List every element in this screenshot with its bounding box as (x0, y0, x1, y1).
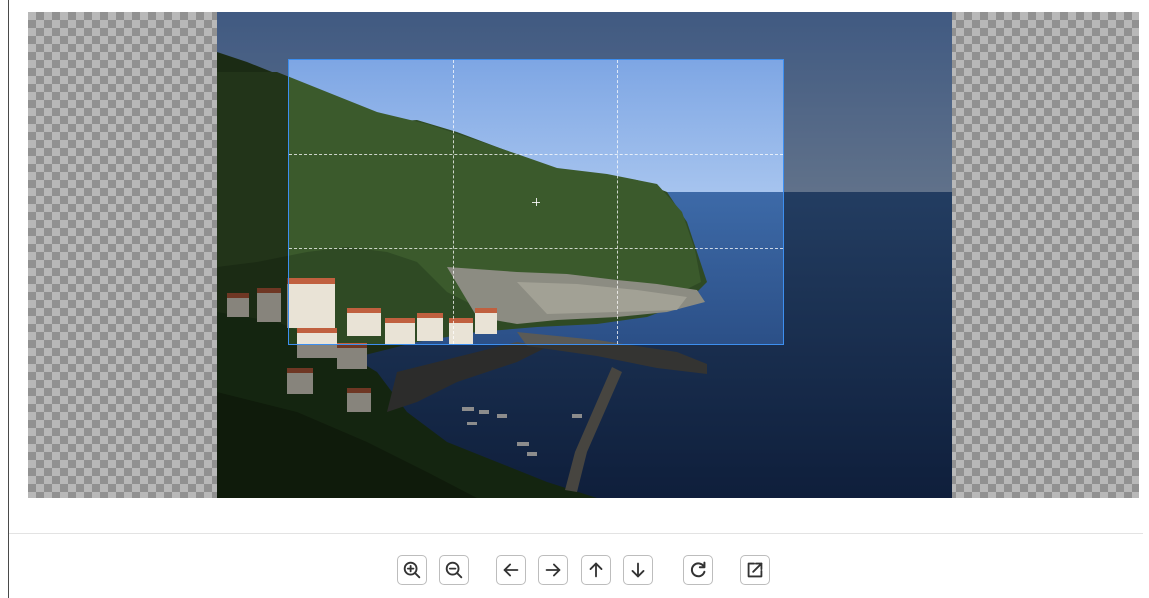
image-cropper-page (0, 0, 1149, 598)
cropper-canvas[interactable] (28, 12, 1139, 498)
cropper-toolbar (0, 555, 1149, 587)
open-external-button[interactable] (740, 555, 770, 585)
zoom-out-button[interactable] (439, 555, 469, 585)
zoom-in-button[interactable] (397, 555, 427, 585)
rotate-button[interactable] (683, 555, 713, 585)
zoom-out-icon (445, 561, 463, 579)
crop-guide-vertical-2 (617, 60, 618, 344)
crop-guide-vertical-1 (453, 60, 454, 344)
zoom-in-icon (403, 561, 421, 579)
move-left-button[interactable] (496, 555, 526, 585)
arrow-left-icon (503, 563, 519, 577)
move-up-button[interactable] (581, 555, 611, 585)
crop-center-crosshair (532, 198, 540, 206)
left-border-line (8, 0, 9, 598)
move-down-button[interactable] (623, 555, 653, 585)
crop-guide-horizontal-1 (289, 154, 783, 155)
external-link-icon (747, 562, 763, 578)
arrow-right-icon (545, 563, 561, 577)
arrow-down-icon (631, 562, 645, 578)
rotate-cw-icon (690, 561, 706, 578)
move-right-button[interactable] (538, 555, 568, 585)
crop-guide-horizontal-2 (289, 248, 783, 249)
arrow-up-icon (589, 562, 603, 578)
toolbar-divider (9, 533, 1143, 534)
crop-selection-box[interactable] (288, 59, 784, 345)
